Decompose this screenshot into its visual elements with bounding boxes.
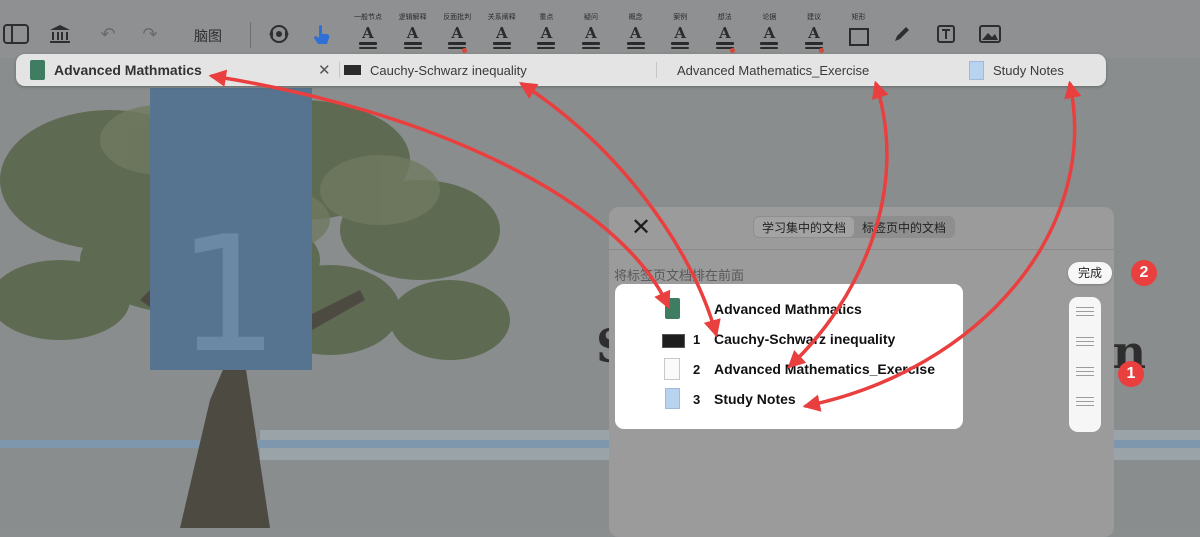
sort-hint-label: 将标签页文档排在前面: [614, 269, 745, 284]
close-icon[interactable]: ✕: [629, 215, 653, 239]
highlighter-tool[interactable]: 重点 A: [526, 12, 566, 49]
tab-exercise[interactable]: Advanced Mathematics_Exercise: [677, 54, 869, 86]
highlighter-a-icon: A: [362, 24, 374, 42]
highlighter-a-icon: A: [406, 24, 419, 42]
list-item[interactable]: 3 Study Notes: [615, 385, 963, 415]
highlighter-a-icon: A: [585, 24, 597, 42]
list-item[interactable]: 2 Advanced Mathematics_Exercise: [615, 355, 963, 385]
highlighter-label: 反面批判: [443, 13, 472, 21]
highlighter-a-icon: A: [540, 24, 553, 42]
tab-label: Cauchy-Schwarz inequality: [370, 62, 527, 78]
tab-label: Study Notes: [993, 62, 1064, 78]
sidebar-toggle-icon[interactable]: [0, 18, 32, 50]
item-number: 3: [693, 392, 701, 407]
segment-tab-docs[interactable]: 标签页中的文档: [854, 217, 954, 237]
hand-pointer-icon[interactable]: [306, 16, 338, 56]
color-dot-icon: [729, 48, 735, 53]
highlighter-label: 疑问: [584, 13, 598, 21]
highlighter-a-icon: A: [629, 24, 642, 42]
highlighter-label: 想法: [717, 13, 732, 21]
tab-advanced-mathmatics[interactable]: Advanced Mathmatics: [30, 54, 202, 86]
highlighter-label: 建议: [807, 13, 821, 21]
drag-handle-icon[interactable]: [1076, 337, 1094, 347]
tab-cauchy-schwarz[interactable]: Cauchy-Schwarz inequality: [344, 54, 527, 86]
notes-thumb-icon: [665, 388, 680, 409]
library-icon[interactable]: [44, 18, 76, 50]
highlighter-tool[interactable]: 建议 A: [794, 12, 834, 53]
highlighter-tool[interactable]: 想法 A: [705, 12, 745, 53]
tab-document-list: Advanced Mathmatics 1 Cauchy-Schwarz ine…: [615, 284, 963, 429]
document-thumb-icon: [662, 334, 685, 348]
highlighter-tool[interactable]: 疑问 A: [571, 12, 611, 49]
document-source-segmented-control: 学习集中的文档 标签页中的文档: [753, 216, 956, 238]
drag-handle-icon[interactable]: [1076, 307, 1094, 317]
highlighter-a-icon: A: [495, 24, 508, 42]
highlighter-tool[interactable]: 反面批判 A: [437, 12, 477, 53]
highlighter-a-icon: A: [674, 24, 686, 42]
segment-study-set-docs[interactable]: 学习集中的文档: [754, 217, 855, 237]
text-box-icon[interactable]: [930, 18, 962, 50]
notes-thumb-icon: [969, 60, 984, 80]
item-title: Cauchy-Schwarz inequality: [714, 331, 896, 347]
rotate-view-icon[interactable]: [263, 18, 295, 50]
highlighter-a-icon: A: [763, 24, 776, 42]
list-item[interactable]: 1 Cauchy-Schwarz inequality: [615, 325, 963, 355]
annotation-badge-2: 2: [1131, 260, 1157, 286]
mindmap-button[interactable]: 脑图: [194, 26, 222, 46]
annotation-badge-1: 1: [1118, 361, 1144, 387]
highlighter-label: 关系阐释: [487, 13, 516, 21]
highlighter-tool[interactable]: 一般节点 A: [348, 12, 388, 49]
page-number-text: 1: [177, 201, 279, 388]
highlighter-tool[interactable]: 矩形: [839, 12, 879, 46]
highlighter-tool[interactable]: 论据 A: [749, 12, 789, 49]
highlighter-tool[interactable]: 案例 A: [660, 12, 700, 49]
drag-handle-icon[interactable]: [1076, 397, 1094, 407]
reorder-handles: [1069, 297, 1101, 432]
tab-label: Advanced Mathmatics: [54, 62, 202, 78]
highlighter-label: 矩形: [851, 13, 866, 21]
highlighter-label: 一般节点: [354, 13, 382, 21]
highlighter-label: 案例: [673, 13, 688, 21]
document-thumb-icon: [344, 65, 361, 75]
highlighter-label: 重点: [539, 13, 554, 21]
highlighter-label: 逻辑解释: [398, 13, 427, 21]
toolbar: ↶ ↷ 脑图 一般节点 A 逻辑解释 A 反面批判 A 关系阐释 A 重点 A 疑问 A 概念 A 案例 A 想…: [0, 0, 1200, 58]
color-dot-icon: [462, 48, 468, 53]
list-item[interactable]: Advanced Mathmatics: [615, 295, 963, 325]
redo-icon[interactable]: ↷: [134, 18, 166, 50]
drag-handle-icon[interactable]: [1076, 367, 1094, 377]
page-thumb-icon: [664, 358, 680, 380]
image-icon[interactable]: [974, 18, 1006, 50]
undo-icon[interactable]: ↶: [92, 18, 124, 50]
item-title: Advanced Mathmatics: [714, 301, 862, 317]
highlighter-tool[interactable]: 关系阐释 A: [482, 12, 522, 49]
done-button[interactable]: 完成: [1068, 262, 1112, 284]
highlighter-label: 概念: [628, 13, 643, 21]
item-number: 2: [693, 362, 701, 377]
highlighter-a-icon: A: [718, 24, 731, 42]
highlighter-a-icon: A: [808, 24, 820, 42]
highlighter-tool[interactable]: 概念 A: [616, 12, 656, 49]
item-title: Advanced Mathematics_Exercise: [714, 361, 935, 377]
color-dot-icon: [819, 48, 824, 53]
tab-study-notes[interactable]: Study Notes: [969, 54, 1064, 86]
item-title: Study Notes: [714, 391, 796, 407]
pen-icon[interactable]: [886, 18, 918, 50]
highlighter-tool[interactable]: 逻辑解释 A: [393, 12, 433, 49]
item-number: 1: [693, 332, 701, 347]
close-tab-icon[interactable]: ✕: [318, 61, 331, 79]
document-tab-strip: Advanced Mathmatics ✕ Cauchy-Schwarz ine…: [16, 54, 1106, 86]
book-cover-icon: [30, 60, 45, 80]
tab-label: Advanced Mathematics_Exercise: [677, 62, 870, 78]
highlighter-a-icon: A: [451, 24, 463, 42]
highlighter-label: 论据: [762, 13, 777, 21]
rectangle-icon: [848, 28, 869, 46]
book-cover-icon: [665, 298, 680, 319]
